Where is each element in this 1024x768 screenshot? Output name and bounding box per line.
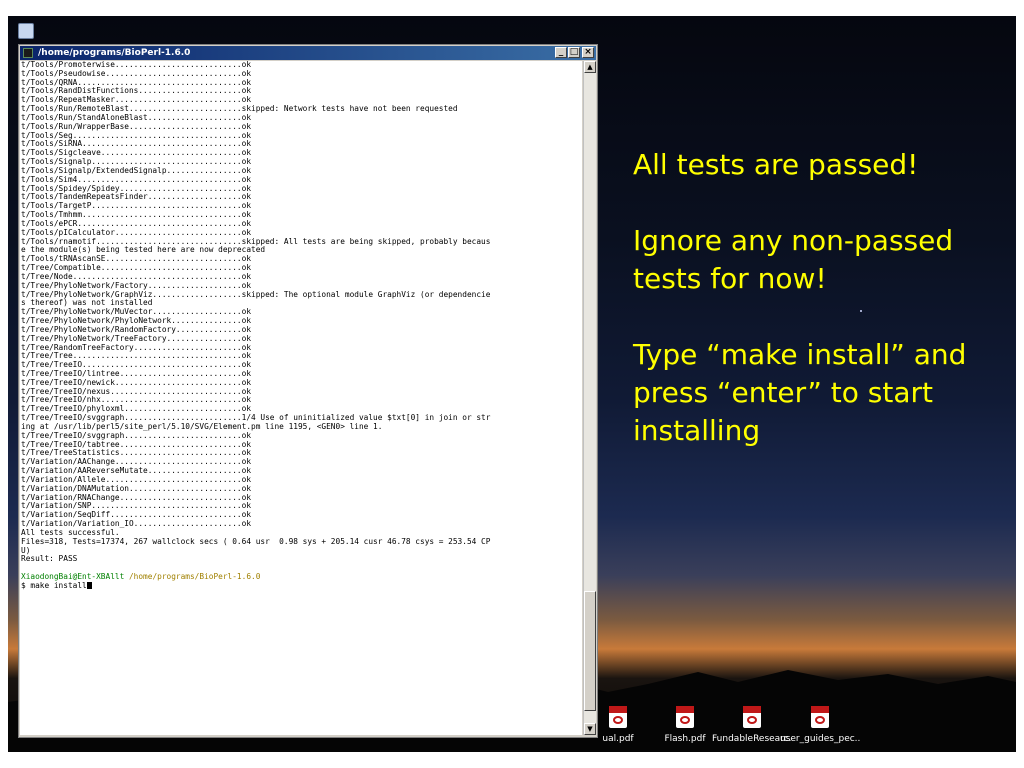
terminal-line: t/Tree/RandomTreeFactory................… (21, 343, 252, 352)
pdf-icon (676, 706, 694, 728)
terminal-line: t/Tools/Signalp/ExtendedSignalp.........… (21, 166, 252, 175)
minimize-button[interactable]: _ (555, 47, 567, 58)
terminal-line: t/Tree/TreeIO...........................… (21, 361, 252, 370)
terminal-line: t/Tree/PhyloNetwork/RandomFactory.......… (21, 325, 252, 334)
scroll-down-icon[interactable]: ▼ (584, 723, 596, 735)
terminal-line: t/Tree/TreeStatistics...................… (21, 449, 252, 458)
terminal-line: Files=318, Tests=17374, 267 wallclock se… (21, 537, 491, 546)
window-title: /home/programs/BioPerl-1.6.0 (38, 48, 191, 58)
terminal-line: t/Variation/RNAChange...................… (21, 493, 252, 502)
text-cursor (86, 581, 92, 589)
terminal-line: t/Tools/Pseudowise......................… (21, 69, 252, 78)
terminal-blank-line (21, 564, 582, 573)
terminal-line: All tests successful. (21, 528, 120, 537)
terminal-line: t/Tree/PhyloNetwork/Factory.............… (21, 281, 252, 290)
scroll-up-icon[interactable]: ▲ (584, 61, 596, 73)
terminal-line: t/Tree/TreeIO/nhx.......................… (21, 396, 252, 405)
typed-command: $ make install (21, 581, 87, 590)
prompt-path: /home/programs/BioPerl-1.6.0 (128, 573, 261, 582)
terminal-line: t/Tools/Seg.............................… (21, 131, 252, 140)
terminal-line: t/Variation/AAChange....................… (21, 458, 252, 467)
terminal-line: t/Tools/QRNA............................… (21, 78, 252, 87)
command-line-input[interactable]: $ make install (21, 581, 582, 591)
terminal-line: t/Tree/PhyloNetwork/MuVector............… (21, 308, 252, 317)
terminal-line: t/Tools/RandDistFunctions...............… (21, 87, 252, 96)
maximize-button[interactable]: □ (568, 47, 580, 58)
terminal-line: t/Tree/Node.............................… (21, 272, 252, 281)
pdf-icon (609, 706, 627, 728)
window-titlebar[interactable]: /home/programs/BioPerl-1.6.0 _ □ × (20, 46, 596, 60)
terminal-line: t/Tools/rnamotif........................… (21, 237, 491, 246)
slide-annotation: All tests are passed! Ignore any non-pas… (633, 146, 1013, 488)
terminal-line: t/Variation/SNP.........................… (21, 502, 252, 511)
close-button[interactable]: × (582, 47, 594, 58)
terminal-line: t/Tree/TreeIO/nexus.....................… (21, 387, 252, 396)
vertical-scrollbar[interactable]: ▲ ▼ (583, 61, 596, 735)
terminal-line: s thereof) was not installed (21, 299, 153, 308)
pdf-icon (743, 706, 761, 728)
desktop-file-icon[interactable]: user_guides_pec... (780, 706, 860, 744)
terminal-line: t/Tools/Run/RemoteBlast.................… (21, 105, 458, 114)
scrollbar-thumb[interactable] (584, 591, 596, 711)
slide-line-instruction: Type “make install” and press “enter” to… (633, 338, 967, 447)
terminal-line: t/Tree/Compatible.......................… (21, 264, 252, 273)
pdf-icon (811, 706, 829, 728)
terminal-line: t/Tree/TreeIO/newick....................… (21, 378, 252, 387)
terminal-icon (23, 48, 33, 58)
terminal-line: U) (21, 546, 31, 555)
terminal-line: t/Tree/PhyloNetwork/PhyloNetwork........… (21, 317, 252, 326)
terminal-line: t/Tools/TandemRepeatsFinder.............… (21, 193, 252, 202)
terminal-line: t/Tools/Sim4............................… (21, 175, 252, 184)
terminal-line: t/Variation/SeqDiff.....................… (21, 511, 252, 520)
terminal-line: t/Variation/DNAMutation.................… (21, 484, 252, 493)
terminal-line: Result: PASS (21, 555, 78, 564)
terminal-line: t/Tree/TreeIO/svggraph..................… (21, 414, 491, 423)
terminal-output[interactable]: t/Tools/Promoterwise....................… (20, 61, 582, 735)
shell-prompt: XiaodongBai@Ent-XBAllt /home/programs/Bi… (21, 573, 582, 582)
desktop-icon[interactable] (18, 23, 34, 39)
terminal-line: t/Tree/PhyloNetwork/TreeFactory.........… (21, 334, 252, 343)
terminal-line: t/Tools/RepeatMasker....................… (21, 96, 252, 105)
terminal-line: t/Tools/ePCR............................… (21, 219, 252, 228)
prompt-user-host: XiaodongBai@Ent-XBAllt (21, 573, 129, 582)
terminal-line: t/Tree/Tree.............................… (21, 352, 252, 361)
terminal-line: t/Tree/TreeIO/lintree...................… (21, 369, 252, 378)
terminal-line: t/Tools/Run/StandAloneBlast.............… (21, 113, 252, 122)
slide-line-tests-passed: All tests are passed! (633, 148, 919, 181)
terminal-line: ing at /usr/lib/perl5/site_perl/5.10/SVG… (21, 422, 383, 431)
terminal-line: t/Tree/TreeIO/phyloxml..................… (21, 405, 252, 414)
terminal-line: t/Tools/Tmhmm...........................… (21, 211, 252, 220)
terminal-line: t/Tools/TargetP.........................… (21, 202, 252, 211)
terminal-line: t/Tools/Signalp.........................… (21, 158, 252, 167)
terminal-line: t/Tools/Promoterwise....................… (21, 61, 252, 69)
terminal-line: e the module(s) being tested here are no… (21, 246, 266, 255)
desktop-file-label: user_guides_pec... (780, 734, 860, 744)
terminal-line: t/Tools/tRNAscanSE......................… (21, 255, 252, 264)
terminal-line: t/Tools/Sigcleave.......................… (21, 149, 252, 158)
terminal-line: t/Variation/AAReverseMutate.............… (21, 467, 252, 476)
terminal-line: t/Tree/TreeIO/svggraph..................… (21, 431, 252, 440)
terminal-line: t/Tools/Run/WrapperBase.................… (21, 122, 252, 131)
terminal-line: t/Tools/pICalculator....................… (21, 228, 252, 237)
terminal-window[interactable]: /home/programs/BioPerl-1.6.0 _ □ × t/Too… (18, 44, 598, 738)
terminal-line: t/Tree/TreeIO/tabtree...................… (21, 440, 252, 449)
slide-line-ignore: Ignore any non-passed tests for now! (633, 224, 954, 295)
terminal-line: t/Tools/SiRNA...........................… (21, 140, 252, 149)
terminal-line: t/Variation/Variation_IO................… (21, 520, 252, 529)
terminal-line: t/Variation/Allele......................… (21, 475, 252, 484)
terminal-line: t/Tree/PhyloNetwork/GraphViz............… (21, 290, 491, 299)
terminal-line: t/Tools/Spidey/Spidey...................… (21, 184, 252, 193)
